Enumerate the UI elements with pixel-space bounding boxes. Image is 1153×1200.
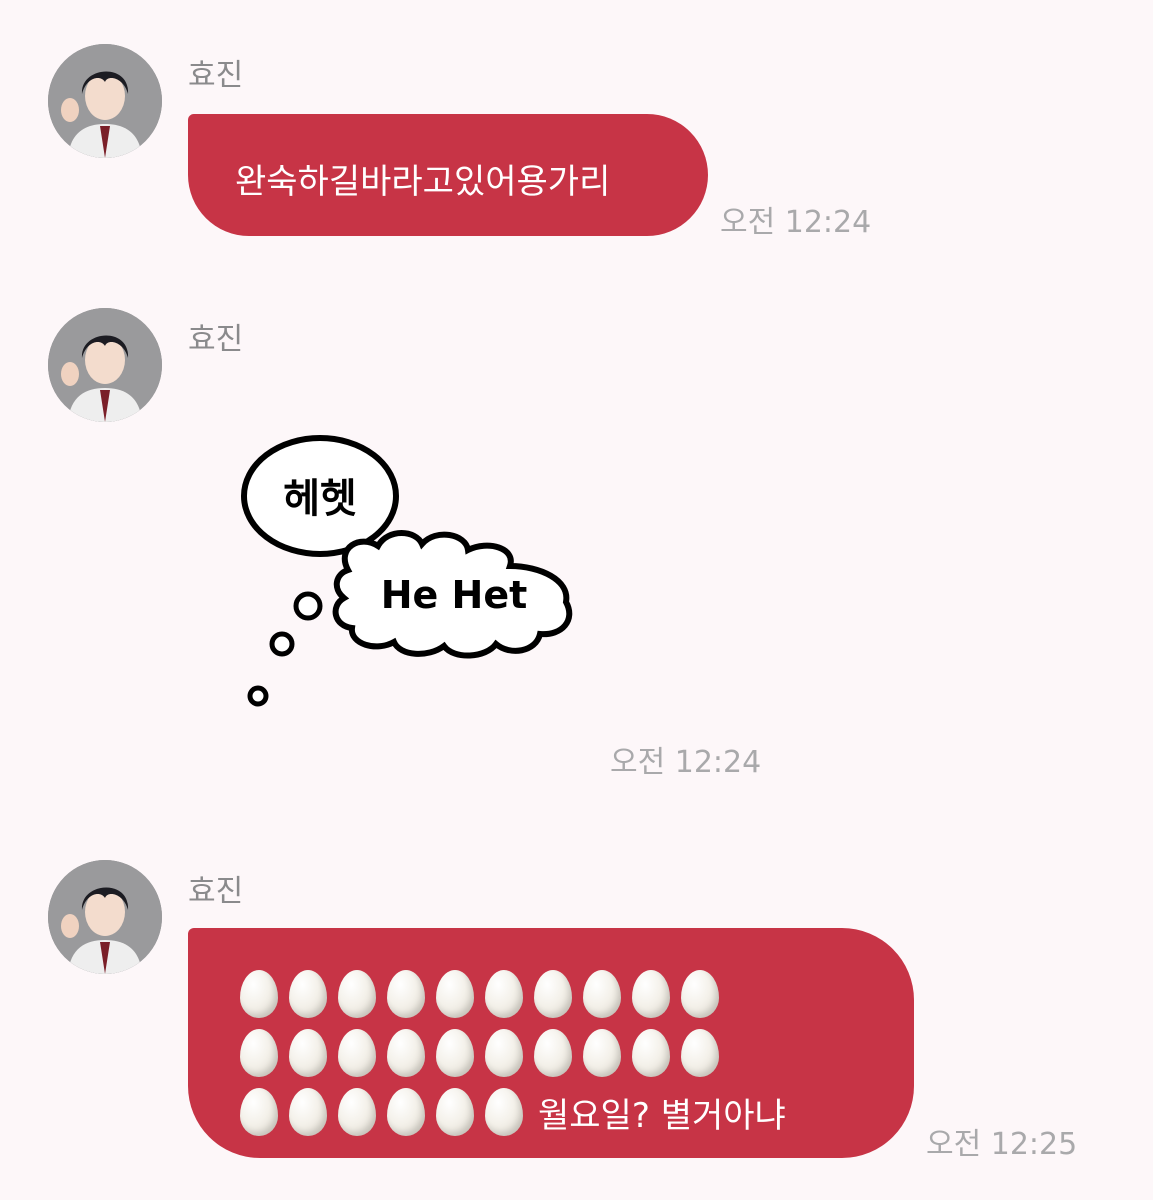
egg-icon <box>436 1088 474 1136</box>
egg-icon <box>534 1029 572 1077</box>
egg-icon <box>436 1029 474 1077</box>
avatar[interactable] <box>48 860 162 974</box>
egg-icon <box>338 1088 376 1136</box>
egg-icon <box>485 970 523 1018</box>
message-bubble[interactable]: 완숙하길바라고있어용가리 <box>188 114 708 236</box>
egg-icon <box>632 1029 670 1077</box>
message-text: 완숙하길바라고있어용가리 <box>235 162 611 202</box>
egg-icon <box>387 1029 425 1077</box>
egg-row <box>240 1027 786 1079</box>
message-time: 오전 12:24 <box>610 745 762 780</box>
egg-icon <box>387 970 425 1018</box>
avatar[interactable] <box>48 308 162 422</box>
egg-icon <box>338 1029 376 1077</box>
avatar[interactable] <box>48 44 162 158</box>
sender-name: 효진 <box>188 322 244 357</box>
egg-icon <box>632 970 670 1018</box>
message-time: 오전 12:25 <box>926 1127 1078 1162</box>
sender-name: 효진 <box>188 58 244 93</box>
egg-emoji-grid: 월요일? 별거아냐 <box>240 968 786 1145</box>
egg-icon <box>240 1029 278 1077</box>
egg-row <box>240 968 786 1020</box>
egg-icon <box>583 970 621 1018</box>
egg-icon <box>289 1029 327 1077</box>
egg-icon <box>240 970 278 1018</box>
sticker-image[interactable]: 헤헷 He Het <box>240 430 580 720</box>
message-bubble[interactable]: 월요일? 별거아냐 <box>188 928 914 1158</box>
message-text: 월요일? 별거아냐 <box>538 1095 786 1136</box>
egg-icon <box>338 970 376 1018</box>
egg-icon <box>289 1088 327 1136</box>
egg-icon <box>387 1088 425 1136</box>
egg-row: 월요일? 별거아냐 <box>240 1086 786 1138</box>
message-time: 오전 12:24 <box>720 205 872 240</box>
egg-icon <box>436 970 474 1018</box>
egg-icon <box>289 970 327 1018</box>
sender-name: 효진 <box>188 874 244 909</box>
sticker-korean-text: 헤헷 <box>283 476 357 522</box>
egg-icon <box>681 970 719 1018</box>
egg-icon <box>534 970 572 1018</box>
sticker-english-text: He Het <box>381 573 528 617</box>
egg-icon <box>240 1088 278 1136</box>
thought-bubble-sticker: 헤헷 He Het <box>241 435 573 707</box>
egg-icon <box>681 1029 719 1077</box>
egg-icon <box>485 1029 523 1077</box>
egg-icon <box>485 1088 523 1136</box>
egg-icon <box>583 1029 621 1077</box>
